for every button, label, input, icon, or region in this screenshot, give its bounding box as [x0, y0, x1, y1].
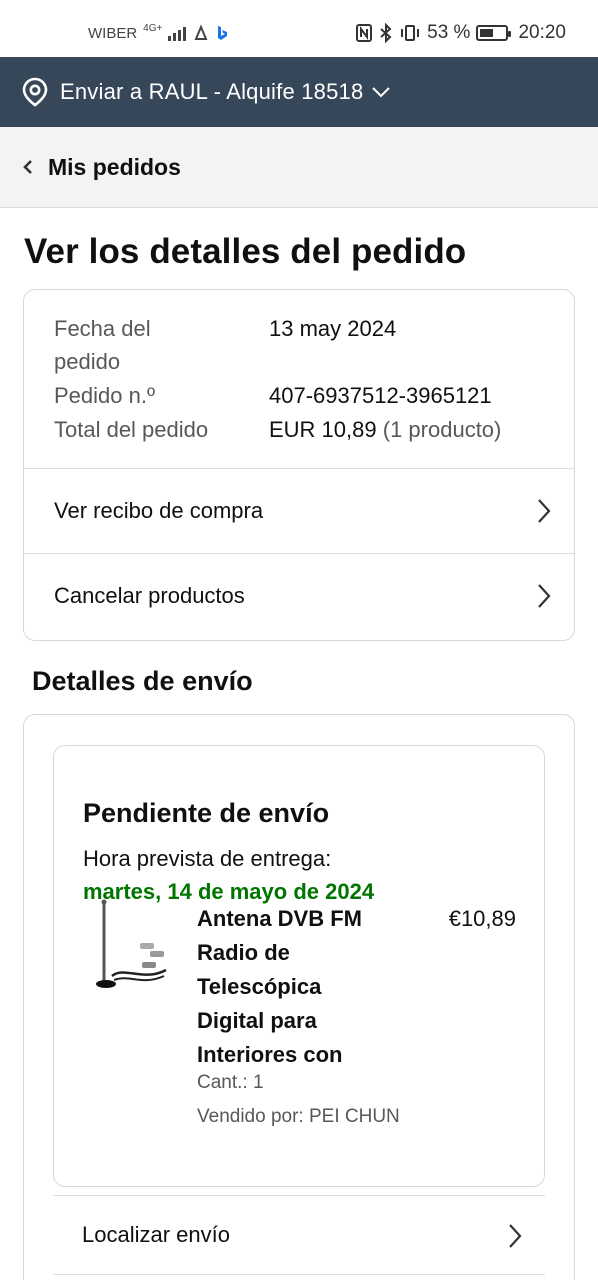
- carrier-label: WIBER: [88, 24, 138, 42]
- page-title: Ver los detalles del pedido: [24, 232, 467, 271]
- chevron-right-icon: [538, 499, 551, 523]
- status-bar-left: WIBER 4G+: [88, 22, 228, 42]
- eta-label: Hora prevista de entrega:: [83, 846, 332, 871]
- product-title-line: Digital para: [197, 1008, 317, 1033]
- chevron-left-icon: [23, 160, 32, 174]
- delivery-location-bar[interactable]: Enviar a RAUL - Alquife 18518: [0, 57, 598, 127]
- view-receipt-link[interactable]: Ver recibo de compra: [24, 468, 574, 553]
- order-number-label: Pedido n.º: [54, 383, 155, 408]
- order-total-value: EUR 10,89: [269, 417, 377, 442]
- product-title-line: Interiores con: [197, 1042, 343, 1067]
- product-price: €10,89: [448, 906, 516, 931]
- product-title-line: Telescópica: [197, 974, 322, 999]
- bing-icon: [218, 26, 228, 40]
- data-transfer-icon: [194, 24, 208, 40]
- shipment-status: Pendiente de envío: [83, 798, 330, 828]
- battery-percent: 53 %: [427, 22, 471, 43]
- product-title-line: Radio de: [197, 940, 290, 965]
- product-title-line: Antena DVB FM: [197, 906, 362, 931]
- product-title[interactable]: Antena DVB FM Radio de Telescópica Digit…: [197, 902, 407, 1072]
- order-total-value-wrap: EUR 10,89 (1 producto): [269, 413, 501, 446]
- location-pin-icon: [22, 77, 48, 107]
- delivery-location-text: Enviar a RAUL - Alquife 18518: [60, 79, 364, 104]
- cancel-items-link[interactable]: Cancelar productos: [24, 553, 574, 638]
- shipment-card: Pendiente de envío Hora prevista de entr…: [53, 745, 545, 1187]
- chevron-right-icon: [509, 1224, 522, 1248]
- vibrate-icon: [401, 25, 420, 41]
- bluetooth-icon: [380, 23, 392, 43]
- cancel-items-label: Cancelar productos: [54, 583, 245, 608]
- order-number-value: 407-6937512-3965121: [269, 383, 492, 408]
- chevron-down-icon: [372, 87, 391, 98]
- product-image[interactable]: [84, 896, 170, 996]
- product-seller: Vendido por: PEI CHUN: [197, 1106, 400, 1127]
- clock: 20:20: [518, 22, 566, 43]
- order-date-label-line1: Fecha del: [54, 316, 151, 341]
- status-bar-right: 53 % 20:20: [355, 22, 566, 44]
- order-total-count: (1 producto): [382, 417, 502, 442]
- track-package-link[interactable]: Localizar envío: [53, 1195, 545, 1275]
- back-label: Mis pedidos: [48, 153, 181, 180]
- view-receipt-label: Ver recibo de compra: [54, 498, 264, 523]
- chevron-right-icon: [538, 584, 551, 608]
- order-total-label: Total del pedido: [54, 417, 209, 442]
- order-summary-card: Fecha del pedido 13 may 2024 Pedido n.º …: [23, 289, 575, 641]
- signal-icon: [168, 25, 187, 41]
- status-bar: WIBER 4G+ 53 % 20:20: [0, 0, 598, 57]
- nfc-icon: [356, 24, 373, 42]
- track-package-label: Localizar envío: [82, 1222, 230, 1247]
- back-to-orders-link[interactable]: Mis pedidos: [0, 127, 598, 208]
- order-date-value: 13 may 2024: [269, 316, 397, 341]
- shipping-card: Pendiente de envío Hora prevista de entr…: [23, 714, 575, 1280]
- battery-icon: [476, 25, 512, 41]
- shipping-section-title: Detalles de envío: [32, 666, 253, 696]
- order-date-label-line2: pedido: [54, 349, 121, 374]
- product-quantity: Cant.: 1: [197, 1072, 264, 1093]
- network-type: 4G+: [143, 22, 163, 34]
